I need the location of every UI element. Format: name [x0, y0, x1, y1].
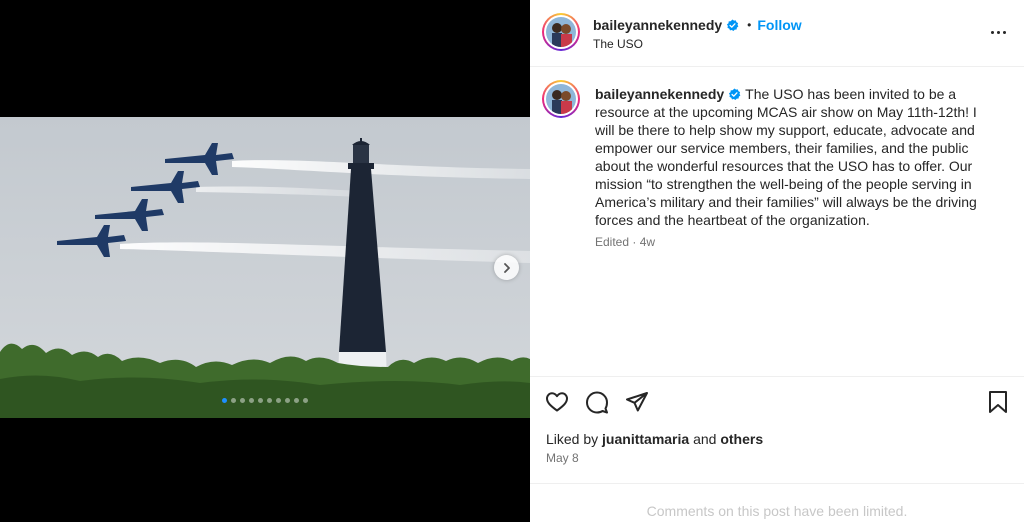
profile-photo-icon	[546, 84, 576, 114]
likes-prefix: Liked by	[546, 431, 603, 447]
carousel-dot	[303, 398, 308, 403]
caption-avatar[interactable]	[542, 80, 580, 118]
separator-dot: •	[747, 18, 752, 32]
comment-button[interactable]	[584, 389, 610, 415]
likes-summary: Liked by juanittamaria and others	[546, 431, 763, 447]
share-button[interactable]	[624, 389, 650, 415]
media-pane	[0, 0, 530, 522]
carousel-dot	[294, 398, 299, 403]
bookmark-icon	[989, 391, 1007, 413]
carousel-dot	[222, 398, 227, 403]
paper-plane-icon	[626, 392, 648, 412]
post-location[interactable]: The USO	[593, 37, 643, 51]
caption-text: The USO has been invited to be a resourc…	[595, 86, 977, 228]
like-button[interactable]	[544, 389, 570, 415]
post-date[interactable]: May 8	[546, 451, 579, 465]
more-horizontal-icon	[990, 30, 994, 34]
follow-button[interactable]: Follow	[757, 17, 801, 33]
save-button[interactable]	[985, 389, 1011, 415]
likes-middle: and	[689, 431, 721, 447]
verified-badge-icon	[729, 88, 741, 100]
more-options-button[interactable]	[986, 22, 1010, 42]
liked-by-user[interactable]: juanittamaria	[602, 431, 689, 447]
post-photo[interactable]	[0, 117, 530, 418]
carousel-indicator	[0, 398, 530, 403]
divider	[530, 483, 1024, 484]
comments-limited-notice: Comments on this post have been limited.	[646, 503, 908, 519]
verified-badge-icon	[727, 18, 739, 31]
avatar[interactable]	[542, 13, 580, 51]
post-detail-pane: baileyannekennedy • Follow The USO baile…	[530, 0, 1024, 522]
carousel-dot	[285, 398, 290, 403]
heart-outline-icon	[546, 392, 568, 412]
post-header: baileyannekennedy • Follow The USO	[530, 0, 1024, 67]
caption-username[interactable]: baileyannekennedy	[595, 86, 724, 102]
carousel-dot	[258, 398, 263, 403]
carousel-dot	[231, 398, 236, 403]
carousel-dot	[240, 398, 245, 403]
post-caption: baileyannekennedy The USO has been invit…	[595, 85, 980, 229]
header-user-row: baileyannekennedy • Follow	[593, 17, 802, 33]
edited-timestamp: Edited · 4w	[595, 235, 656, 249]
liked-by-others[interactable]: others	[720, 431, 763, 447]
post-actions	[544, 389, 650, 415]
profile-photo-icon	[546, 17, 576, 47]
carousel-dot	[276, 398, 281, 403]
carousel-dot	[249, 398, 254, 403]
divider	[530, 376, 1024, 377]
carousel-next-button[interactable]	[494, 255, 519, 280]
comment-bubble-icon	[586, 391, 608, 414]
author-username[interactable]: baileyannekennedy	[593, 17, 722, 33]
photo-airshow-lighthouse	[0, 117, 530, 418]
chevron-right-icon	[503, 262, 510, 273]
carousel-dot	[267, 398, 272, 403]
